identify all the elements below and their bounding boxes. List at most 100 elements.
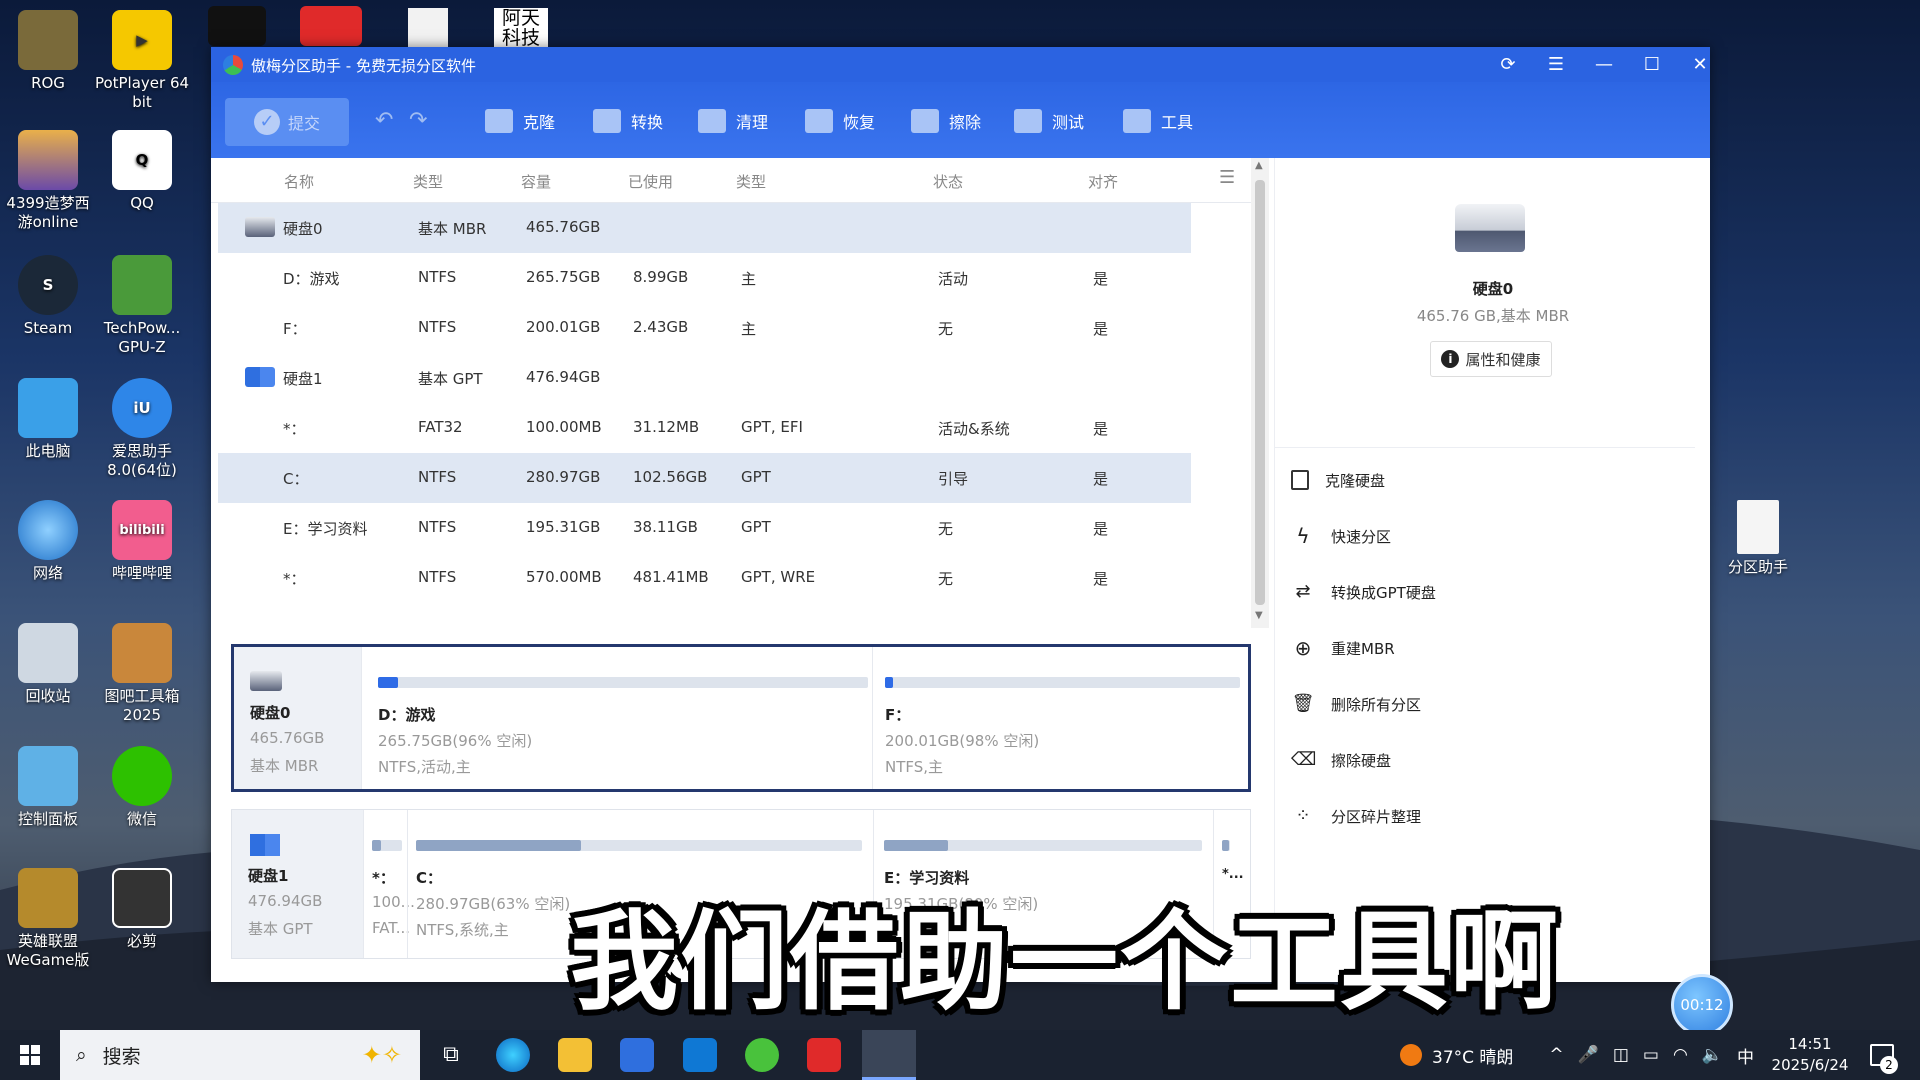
properties-health-button[interactable]: i 属性和健康 — [1430, 341, 1552, 377]
tool-clean[interactable]: 清理 — [698, 106, 768, 136]
op-clone-disk[interactable]: 克隆硬盘 — [1291, 465, 1385, 495]
desktop-icon-steam[interactable]: S Steam — [0, 255, 96, 338]
volume-icon[interactable]: 🔈 — [1702, 1045, 1723, 1065]
desktop-icon-this-pc[interactable]: 此电脑 — [0, 378, 96, 461]
mouse-cursor-icon — [1082, 515, 1090, 529]
cell-align: 是 — [1093, 270, 1109, 288]
weather-text[interactable]: 37°C 晴朗 — [1432, 1043, 1513, 1068]
tool-recover[interactable]: 恢复 — [805, 106, 875, 136]
partition-block-f[interactable]: F： 200.01GB(98% 空闲) NTFS,主 — [872, 647, 1248, 789]
app-window: 傲梅分区助手 - 免费无损分区软件 ⟳ ☰ — ☐ ✕ ✓ 提交 ↶ ↷ 克隆 转… — [211, 47, 1710, 982]
desktop-icon-bilibili[interactable]: bilibili 哔哩哔哩 — [94, 500, 190, 583]
col-capacity[interactable]: 容量 — [521, 171, 551, 192]
cell-ptype: 主 — [741, 320, 757, 338]
op-rebuild-mbr[interactable]: ⊕ 重建MBR — [1291, 633, 1395, 663]
desktop-icon-tuba[interactable]: 图吧工具箱 2025 — [94, 623, 190, 725]
desktop-icon-wechat[interactable]: 微信 — [94, 746, 190, 829]
partition-row[interactable]: D：游戏 NTFS 265.75GB 8.99GB 主 活动 是 — [218, 253, 1191, 303]
refresh-icon[interactable]: ⟳ — [1493, 51, 1523, 79]
op-defrag[interactable]: ⁘ 分区碎片整理 — [1291, 801, 1421, 831]
disk-row[interactable]: 硬盘0 基本 MBR 465.76GB — [218, 203, 1191, 253]
tool-wipe[interactable]: 擦除 — [911, 106, 981, 136]
usage-fill — [885, 677, 893, 688]
atian-tech-icon[interactable]: 阿天 科技 — [494, 8, 548, 48]
desktop-icon-network[interactable]: 网络 — [0, 500, 96, 583]
submit-button[interactable]: ✓ 提交 — [225, 98, 349, 146]
desktop-icon-lol[interactable]: 英雄联盟 WeGame版 — [0, 868, 96, 970]
file-icon[interactable] — [408, 8, 448, 48]
scroll-up-icon[interactable]: ▲ — [1255, 160, 1263, 171]
desktop-icon-bijian[interactable]: 必剪 — [94, 868, 190, 951]
cell-used: 2.43GB — [633, 318, 689, 336]
partition-block-d[interactable]: D：游戏 265.75GB(96% 空闲) NTFS,活动,主 — [361, 647, 872, 789]
partition-row[interactable]: *： FAT32 100.00MB 31.12MB GPT, EFI 活动&系统 是 — [218, 403, 1191, 453]
desktop-icon-4399[interactable]: 4399造梦西 游online — [0, 130, 96, 232]
menu-icon[interactable]: ☰ — [1541, 51, 1571, 79]
col-align[interactable]: 对齐 — [1088, 171, 1118, 192]
outlook-icon[interactable] — [683, 1038, 717, 1072]
tool-convert[interactable]: 转换 — [593, 106, 663, 136]
taskbar-search[interactable]: ⌕ 搜索 ✦✧ — [60, 1030, 420, 1080]
undo-icon[interactable]: ↶ — [375, 108, 393, 133]
battery-icon[interactable]: ▭ — [1643, 1045, 1659, 1065]
list-scrollbar[interactable]: ▲ ▼ — [1251, 158, 1269, 628]
start-button[interactable] — [20, 1045, 40, 1065]
disk0-map[interactable]: 硬盘0 465.76GB 基本 MBR D：游戏 265.75GB(96% 空闲… — [231, 644, 1251, 792]
partition-row[interactable]: E：学习资料 NTFS 195.31GB 38.11GB GPT 无 是 — [218, 503, 1191, 553]
col-ptype[interactable]: 类型 — [736, 171, 766, 192]
partition-assistant-taskbar-icon[interactable] — [862, 1030, 916, 1080]
op-delete-all-partitions[interactable]: 🗑 删除所有分区 — [1291, 689, 1421, 719]
ime-indicator[interactable]: 中 — [1737, 1043, 1754, 1068]
col-type[interactable]: 类型 — [413, 171, 443, 192]
col-status[interactable]: 状态 — [933, 171, 963, 192]
store-icon[interactable] — [620, 1038, 654, 1072]
disk0-map-info[interactable]: 硬盘0 465.76GB 基本 MBR — [234, 647, 361, 789]
capcut-icon[interactable] — [208, 6, 266, 46]
desktop-icon-control-panel[interactable]: 控制面板 — [0, 746, 96, 829]
browser-icon[interactable] — [745, 1038, 779, 1072]
microphone-icon[interactable]: 🎤 — [1578, 1045, 1599, 1065]
task-view-icon[interactable]: ⧉ — [434, 1038, 468, 1072]
clock[interactable]: 14:51 2025/6/24 — [1760, 1034, 1860, 1076]
partition-row[interactable]: C： NTFS 280.97GB 102.56GB GPT 引导 是 — [218, 453, 1191, 503]
tool-tools[interactable]: 工具 — [1123, 106, 1193, 136]
recording-timer[interactable]: 00:12 — [1671, 974, 1733, 1036]
side-panel: 硬盘0 465.76 GB,基本 MBR i 属性和健康 克隆硬盘 ϟ 快速分区 ⇄… — [1274, 158, 1710, 982]
op-wipe-disk[interactable]: ⌫ 擦除硬盘 — [1291, 745, 1391, 775]
redo-icon[interactable]: ↷ — [409, 108, 427, 133]
wifi-icon[interactable]: ◠ — [1673, 1045, 1688, 1065]
scroll-thumb[interactable] — [1255, 180, 1265, 605]
cell-align: 是 — [1093, 470, 1109, 488]
desktop-icon-qq[interactable]: Q QQ — [94, 130, 190, 213]
desktop-icon-potplayer[interactable]: ▶ PotPlayer 64 bit — [94, 10, 190, 112]
minimize-button[interactable]: — — [1589, 51, 1619, 79]
disk1-map-info[interactable]: 硬盘1 476.94GB 基本 GPT — [232, 810, 363, 958]
desktop-icon-recycle-bin[interactable]: 回收站 — [0, 623, 96, 706]
tool-test[interactable]: 测试 — [1014, 106, 1084, 136]
partition-row[interactable]: F： NTFS 200.01GB 2.43GB 主 无 是 — [218, 303, 1191, 353]
desktop-icon-partition-assistant[interactable]: 分区助手 — [1710, 500, 1806, 577]
desktop-icon-gpuz[interactable]: TechPow... GPU-Z — [94, 255, 190, 357]
desktop-icon-i4[interactable]: iU 爱思助手 8.0(64位) — [94, 378, 190, 480]
tool-clone[interactable]: 克隆 — [485, 106, 555, 136]
file-explorer-icon[interactable] — [558, 1038, 592, 1072]
col-name[interactable]: 名称 — [284, 171, 314, 192]
wps-taskbar-icon[interactable] — [807, 1038, 841, 1072]
column-settings-icon[interactable]: ☰ — [1219, 167, 1235, 188]
scroll-down-icon[interactable]: ▼ — [1255, 610, 1263, 621]
disk-row[interactable]: 硬盘1 基本 GPT 476.94GB — [218, 353, 1191, 403]
desktop-icon-rog[interactable]: ROG — [0, 10, 96, 93]
op-quick-partition[interactable]: ϟ 快速分区 — [1291, 521, 1391, 551]
close-button[interactable]: ✕ — [1685, 51, 1715, 79]
wps-icon[interactable] — [300, 6, 362, 46]
edge-icon[interactable] — [496, 1038, 530, 1072]
chevron-up-icon[interactable]: ^ — [1549, 1045, 1563, 1065]
title-bar[interactable]: 傲梅分区助手 - 免费无损分区软件 ⟳ ☰ — ☐ ✕ — [211, 47, 1710, 82]
partition-block-efi[interactable]: *： 100... FAT... — [363, 810, 415, 958]
cell-status: 无 — [938, 520, 954, 538]
camera-icon[interactable]: ◫ — [1613, 1045, 1629, 1065]
maximize-button[interactable]: ☐ — [1637, 51, 1667, 79]
col-used[interactable]: 已使用 — [628, 171, 673, 192]
partition-row[interactable]: *： NTFS 570.00MB 481.41MB GPT, WRE 无 是 — [218, 553, 1191, 603]
op-convert-gpt[interactable]: ⇄ 转换成GPT硬盘 — [1291, 577, 1435, 607]
